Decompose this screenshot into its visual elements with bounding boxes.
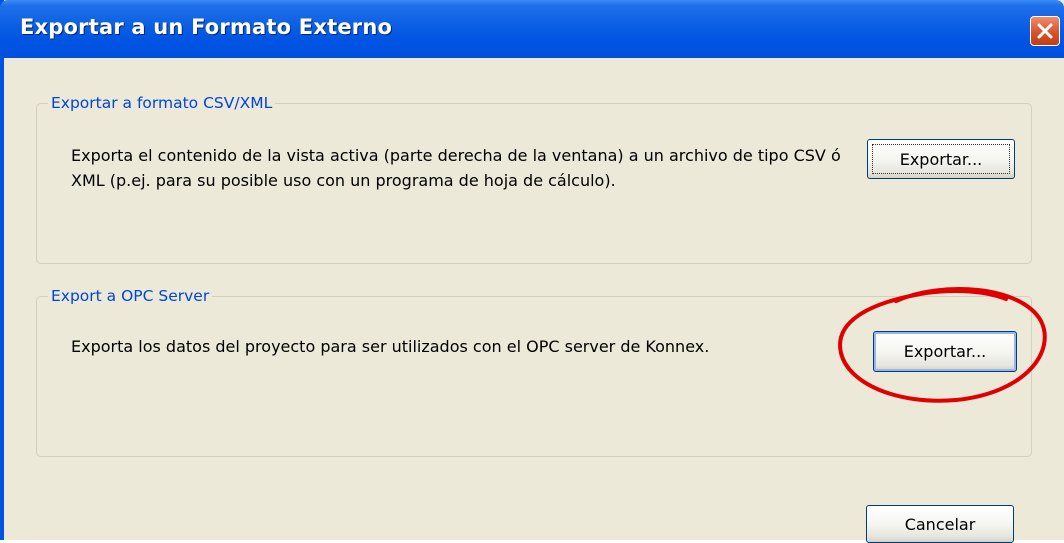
close-x-icon [1037, 23, 1053, 39]
cancel-button-label: Cancelar [904, 514, 976, 534]
window-title: Exportar a un Formato Externo [20, 15, 393, 39]
export-csv-button[interactable]: Exportar... [867, 139, 1015, 179]
title-bar[interactable]: Exportar a un Formato Externo [0, 0, 1064, 58]
group-csv-legend: Exportar a formato CSV/XML [51, 94, 273, 112]
export-csv-button-label: Exportar... [872, 144, 1010, 174]
csv-description: Exporta el contenido de la vista activa … [71, 146, 841, 190]
opc-description: Exporta los datos del proyecto para ser … [71, 337, 710, 356]
cancel-button[interactable]: Cancelar [866, 505, 1014, 543]
group-export-opc-server: Export a OPC Server [36, 287, 1032, 457]
export-opc-button[interactable]: Exportar... [873, 331, 1017, 372]
export-opc-button-label: Exportar... [903, 342, 987, 361]
close-button[interactable] [1030, 16, 1060, 46]
export-dialog-window: Exportar a un Formato Externo [0, 0, 1064, 540]
group-opc-legend: Export a OPC Server [51, 287, 210, 305]
